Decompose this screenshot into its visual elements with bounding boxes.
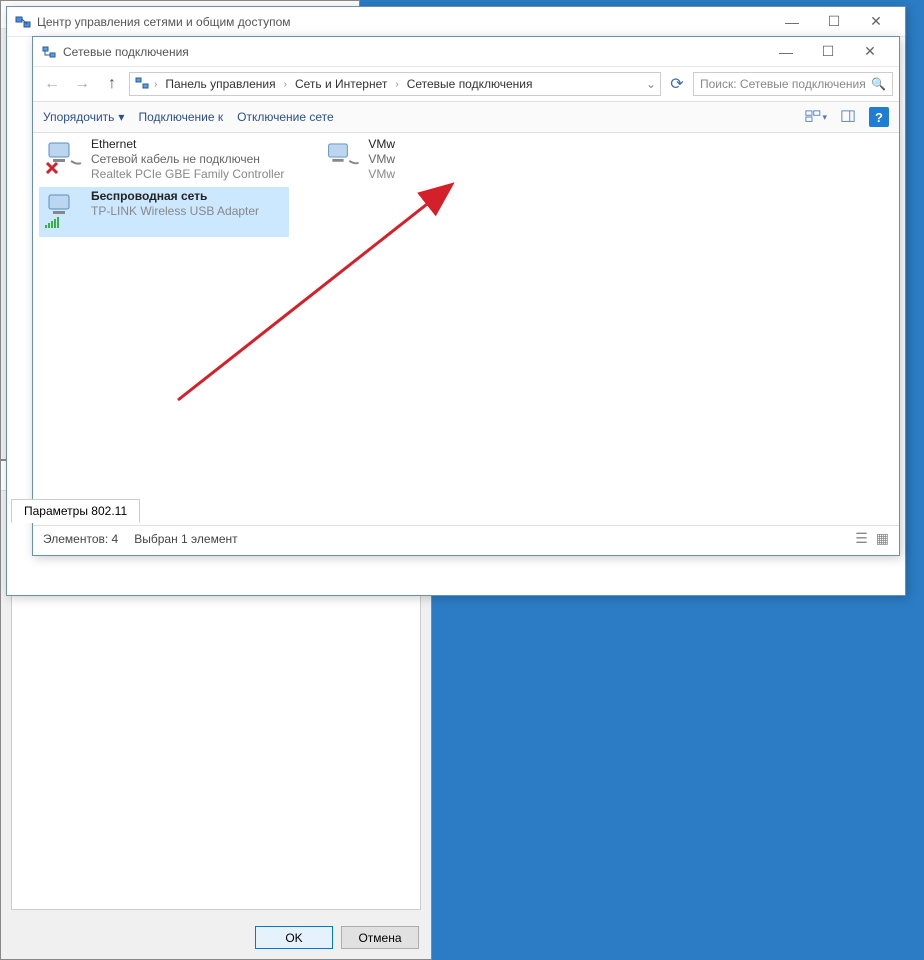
item-status: Сетевой кабель не подключен (91, 152, 285, 167)
window-title: Центр управления сетями и общим доступом (37, 15, 771, 29)
connect-to-button[interactable]: Подключение к (138, 110, 223, 124)
nav-row: ← → ↑ › Панель управления › Сеть и Интер… (33, 67, 899, 101)
item-name: Беспроводная сеть (91, 189, 285, 204)
ethernet-disconnected-icon (43, 137, 85, 179)
breadcrumb-icon (134, 75, 150, 94)
minimize-button[interactable]: — (765, 38, 807, 66)
help-button[interactable]: ? (869, 107, 889, 127)
titlebar: Центр управления сетями и общим доступом… (7, 7, 905, 37)
close-button[interactable]: ✕ (849, 38, 891, 66)
cancel-button[interactable]: Отмена (341, 926, 419, 949)
preview-pane-button[interactable] (837, 108, 859, 126)
details-view-icon[interactable]: ☰ (855, 530, 868, 547)
close-button[interactable]: ✕ (855, 8, 897, 36)
breadcrumb-part[interactable]: Сеть и Интернет (291, 77, 391, 91)
content-area: Ethernet Сетевой кабель не подключен Rea… (33, 133, 899, 525)
toolbar: Упорядочить▾ Подключение к Отключение се… (33, 101, 899, 133)
maximize-button[interactable]: ☐ (807, 38, 849, 66)
network-item-vmware[interactable]: VMw VMw VMw (319, 135, 399, 185)
chevron-right-icon: › (395, 79, 398, 90)
chevron-down-icon: ▾ (118, 110, 124, 124)
network-center-icon (15, 14, 31, 30)
disable-device-button[interactable]: Отключение сете (237, 110, 334, 124)
ethernet-icon (323, 137, 362, 179)
breadcrumb-part[interactable]: Сетевые подключения (403, 77, 537, 91)
search-input[interactable]: Поиск: Сетевые подключения 🔍 (693, 72, 893, 96)
search-placeholder: Поиск: Сетевые подключения (700, 77, 866, 91)
tab-80211-params[interactable]: Параметры 802.11 (11, 499, 140, 523)
maximize-button[interactable]: ☐ (813, 8, 855, 36)
view-dropdown[interactable]: ▾ (805, 108, 827, 126)
network-item-ethernet[interactable]: Ethernet Сетевой кабель не подключен Rea… (39, 135, 289, 185)
tiles-view-icon[interactable]: ▦ (876, 530, 889, 547)
back-button[interactable]: ← (39, 71, 65, 97)
statusbar: Элементов: 4 Выбран 1 элемент ☰ ▦ (33, 525, 899, 551)
item-driver: TP-LINK Wireless USB Adapter (91, 204, 285, 219)
item-count: Элементов: 4 (43, 532, 118, 546)
network-connections-icon (41, 44, 57, 60)
refresh-button[interactable]: ⟳ (665, 72, 689, 96)
breadcrumb-dropdown[interactable]: ⌄ (646, 77, 656, 91)
network-connections-window: Сетевые подключения — ☐ ✕ ← → ↑ › Панель… (32, 36, 900, 556)
item-driver: Realtek PCIe GBE Family Controller (91, 167, 285, 182)
chevron-right-icon: › (284, 79, 287, 90)
item-status: VMw (368, 152, 395, 167)
minimize-button[interactable]: — (771, 8, 813, 36)
selection-count: Выбран 1 элемент (134, 532, 237, 546)
item-driver: VMw (368, 167, 395, 182)
forward-button: → (69, 71, 95, 97)
wireless-icon (43, 189, 85, 231)
item-name: VMw (368, 137, 395, 152)
up-button[interactable]: ↑ (99, 71, 125, 97)
ok-button[interactable]: OK (255, 926, 333, 949)
network-item-wireless[interactable]: Беспроводная сеть TP-LINK Wireless USB A… (39, 187, 289, 237)
window-title: Сетевые подключения (63, 45, 765, 59)
chevron-right-icon: › (154, 79, 157, 90)
search-icon: 🔍 (871, 77, 886, 91)
titlebar: Сетевые подключения — ☐ ✕ (33, 37, 899, 67)
organize-menu[interactable]: Упорядочить▾ (43, 110, 124, 124)
breadcrumb[interactable]: › Панель управления › Сеть и Интернет › … (129, 72, 661, 96)
breadcrumb-part[interactable]: Панель управления (161, 77, 279, 91)
item-name: Ethernet (91, 137, 285, 152)
